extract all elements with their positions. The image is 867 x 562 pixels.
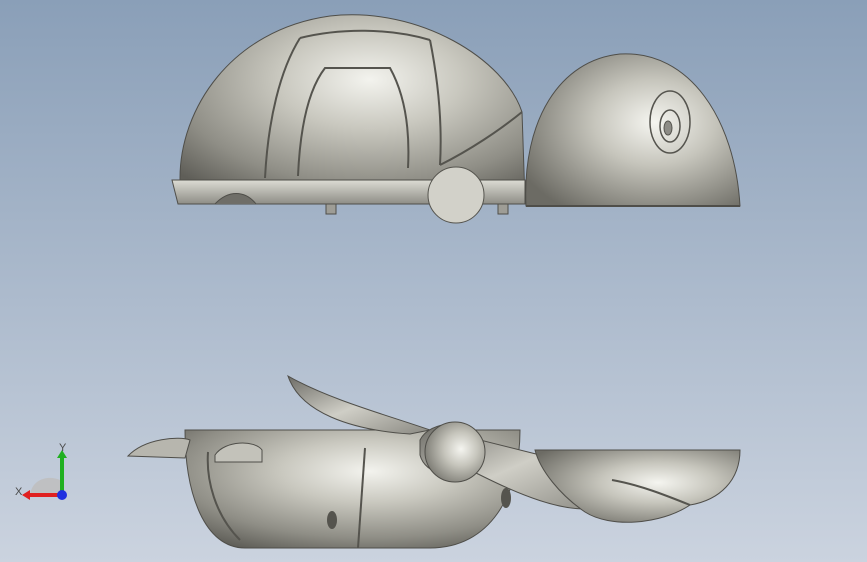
- coordinate-triad: X Y: [10, 440, 80, 510]
- triad-graphic: [22, 450, 67, 500]
- y-axis-label: Y: [59, 442, 67, 454]
- cad-viewport[interactable]: X Y: [0, 0, 867, 562]
- model-view[interactable]: [0, 0, 867, 562]
- x-axis-label: X: [15, 486, 23, 498]
